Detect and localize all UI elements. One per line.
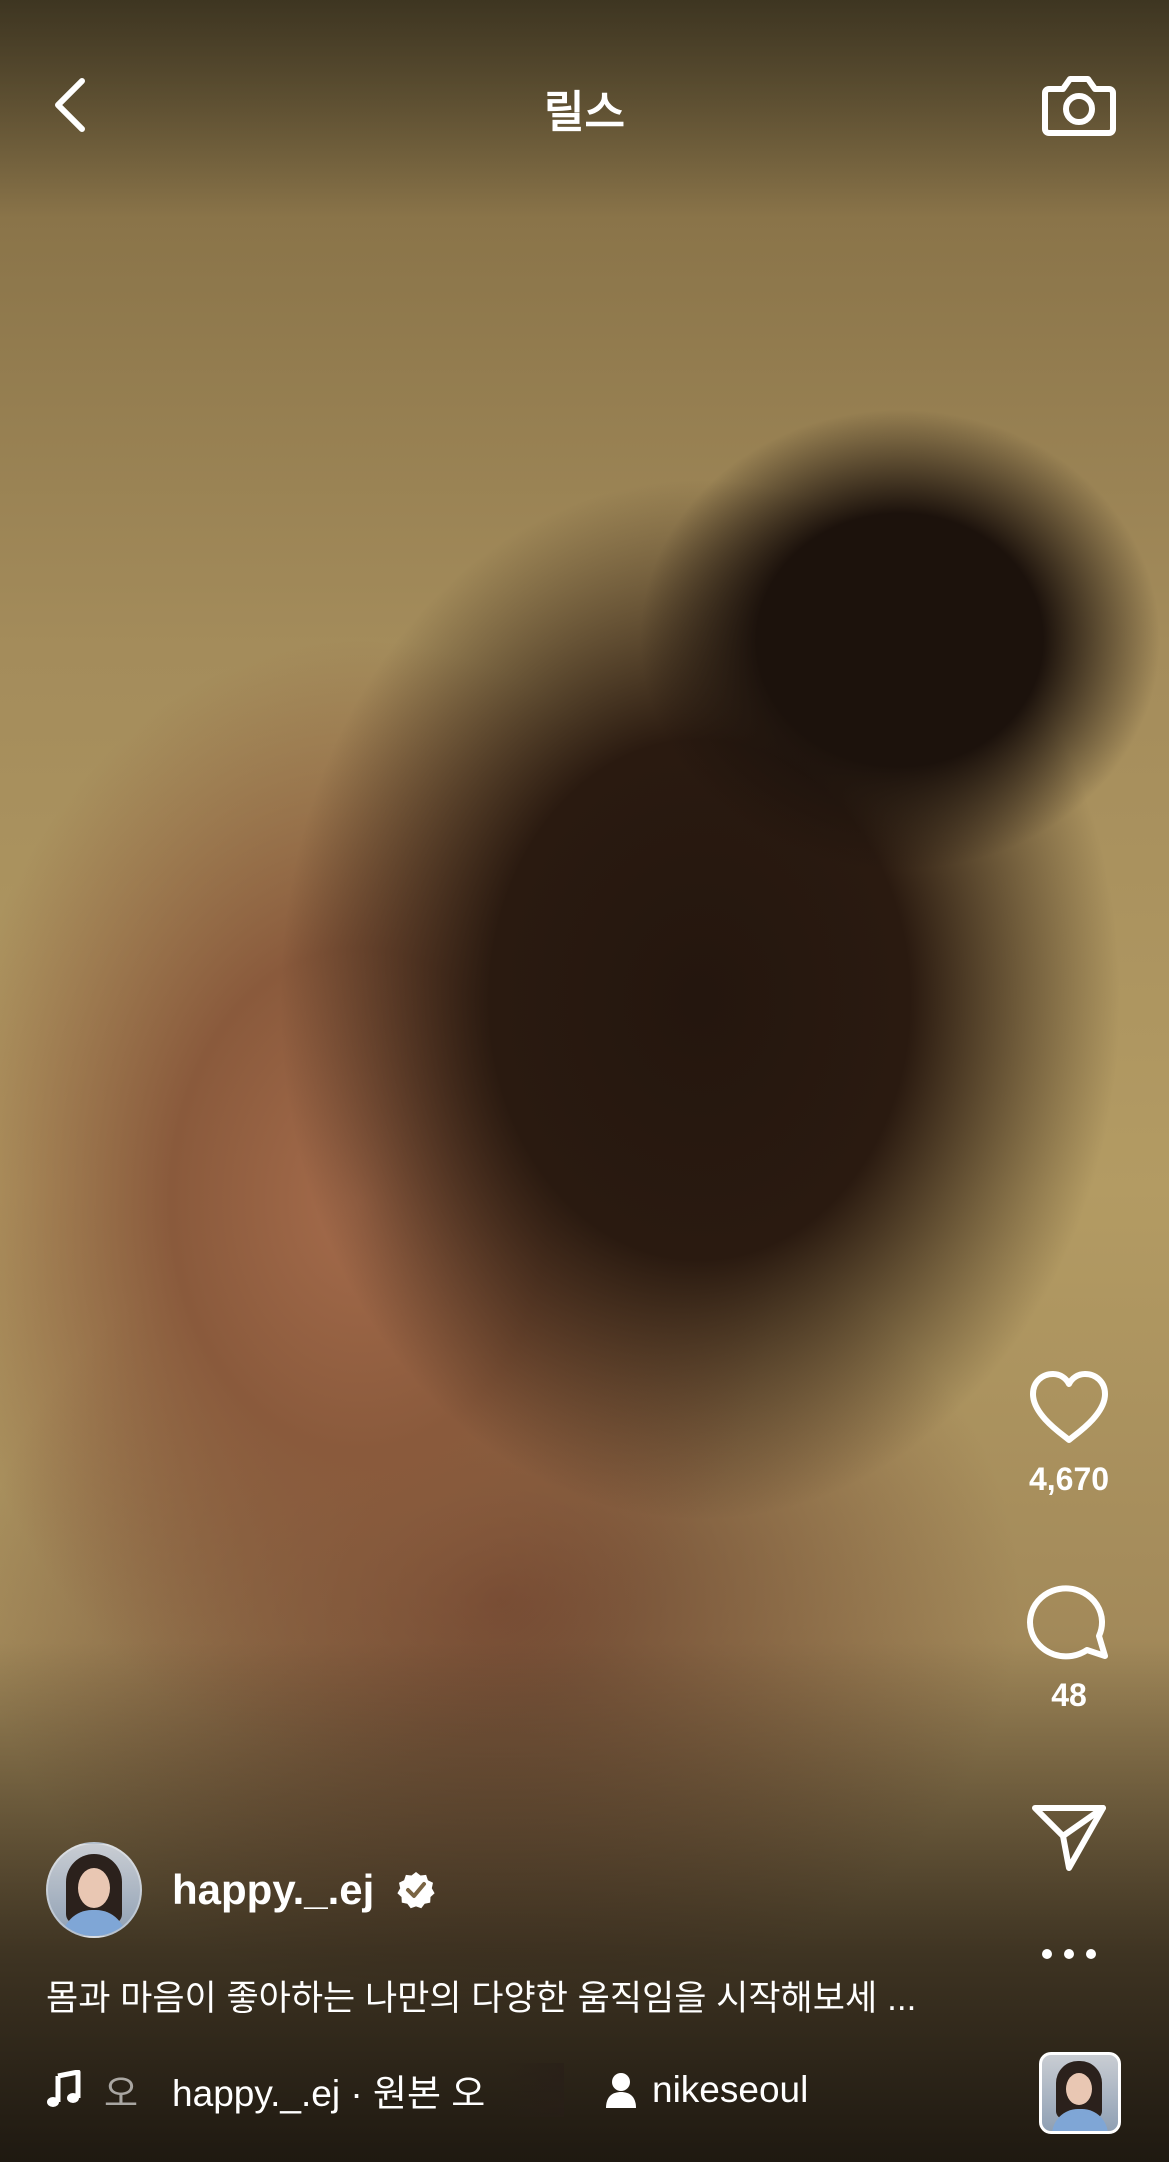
verified-badge-icon: [396, 1870, 436, 1910]
top-bar: 릴스: [0, 0, 1169, 210]
audio-track[interactable]: 오 happy._.ej · 원본 오: [104, 2063, 564, 2117]
paper-plane-icon: [1032, 1805, 1106, 1871]
page-title: 릴스: [544, 88, 625, 137]
audio-row: 오 happy._.ej · 원본 오 nikeseoul: [46, 2060, 808, 2120]
post-author: happy._.ej: [46, 1840, 436, 1940]
audio-thumbnail[interactable]: [1039, 2052, 1121, 2134]
avatar[interactable]: [46, 1842, 142, 1938]
post-caption[interactable]: 몸과 마음이 좋아하는 나만의 다양한 움직임을 시작해보세...: [46, 1970, 916, 2021]
heart-icon: [1030, 1371, 1108, 1443]
camera-icon: [1042, 76, 1116, 136]
audio-lead-text: 오: [104, 2073, 139, 2114]
caption-text: 몸과 마음이 좋아하는 나만의 다양한 움직임을 시작해보세: [46, 1979, 878, 2018]
more-options-button[interactable]: [999, 1946, 1139, 1967]
tagged-username: nikeseoul: [652, 2069, 809, 2110]
comment-count: 48: [1051, 1677, 1087, 1713]
comment-bubble-icon: [1027, 1585, 1108, 1660]
like-count: 4,670: [1028, 1461, 1110, 1497]
camera-button[interactable]: [1037, 64, 1121, 144]
username[interactable]: happy._.ej: [172, 1866, 374, 1914]
like-button[interactable]: 4,670: [999, 1370, 1139, 1498]
music-note-icon: [46, 2070, 82, 2110]
tagged-user[interactable]: nikeseoul: [604, 2069, 808, 2111]
more-horizontal-icon: [1042, 1949, 1096, 1959]
audio-text: happy._.ej · 원본 오: [172, 2073, 486, 2114]
caption-more[interactable]: ...: [887, 1979, 916, 2018]
person-icon: [604, 2072, 638, 2108]
comment-button[interactable]: 48: [999, 1578, 1139, 1714]
share-button[interactable]: [999, 1800, 1139, 1879]
